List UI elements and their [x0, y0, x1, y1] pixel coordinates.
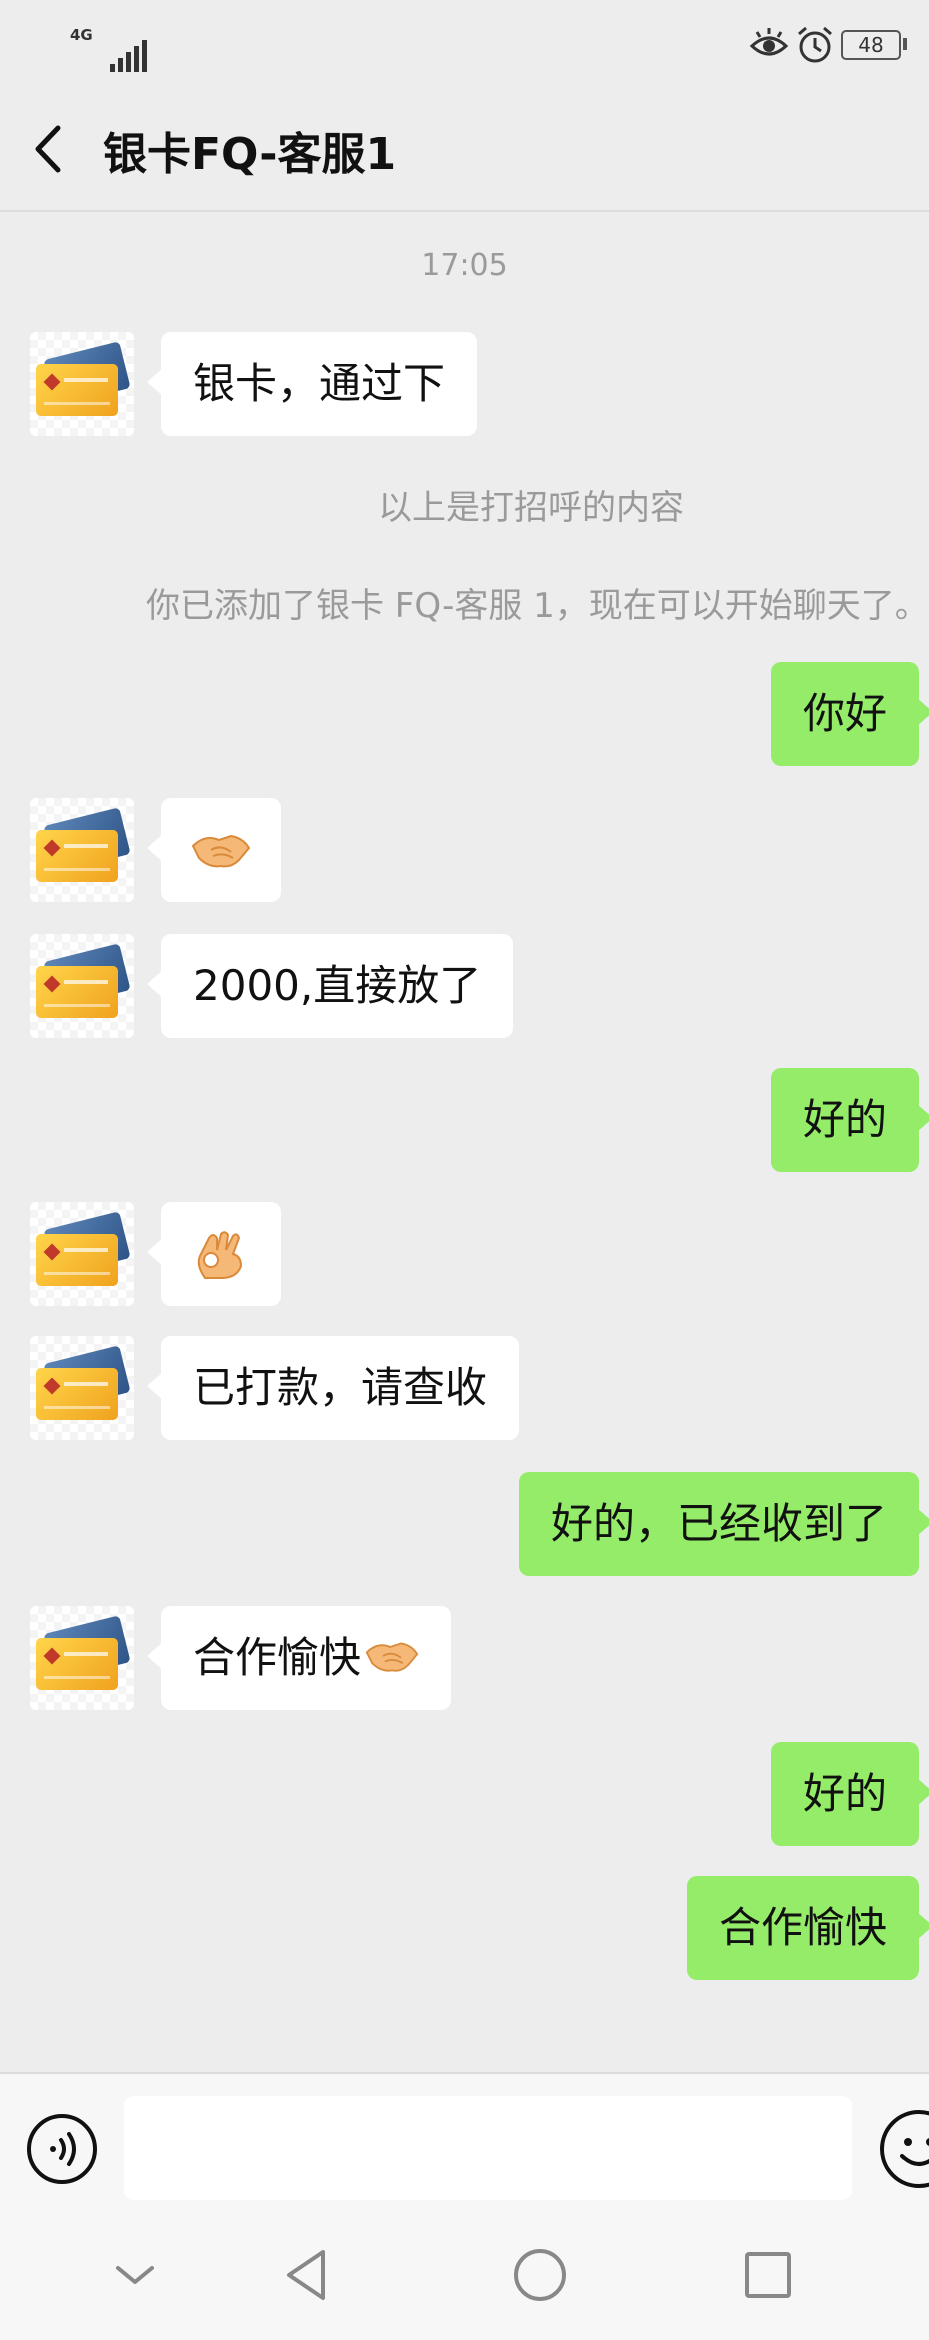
battery-level: 48 — [858, 33, 884, 57]
message-row-incoming — [0, 798, 929, 908]
chevron-left-icon[interactable] — [24, 114, 80, 184]
message-bubble[interactable]: 银卡，通过下 — [146, 332, 478, 436]
message-row-incoming: 2000,直接放了 — [0, 934, 929, 1044]
input-bar — [0, 2072, 929, 2210]
chat-screen: 4G 48 银卡FQ-客服1 17:05 银卡，通过下 以上是打招呼的内容 你已… — [0, 0, 929, 2340]
message-row-incoming: 合作愉快 — [0, 1606, 929, 1716]
message-bubble[interactable]: 合作愉快 — [146, 1606, 452, 1710]
message-row-incoming: 银卡，通过下 — [0, 332, 929, 442]
battery-icon: 48 — [841, 30, 901, 60]
message-row-outgoing: 你好 — [0, 662, 929, 772]
battery-tip — [903, 38, 907, 50]
contact-avatar[interactable] — [30, 1336, 134, 1440]
message-row-incoming — [0, 1202, 929, 1312]
message-bubble[interactable]: 2000,直接放了 — [146, 934, 514, 1038]
message-bubble[interactable]: 你好 — [770, 662, 929, 766]
signal-icon — [90, 36, 150, 72]
message-row-outgoing: 好的，已经收到了 — [0, 1472, 929, 1582]
status-icons: 48 — [749, 22, 929, 68]
status-bar: 4G 48 — [0, 0, 929, 86]
handshake-emoji — [191, 834, 251, 868]
recents-square-icon[interactable] — [733, 2240, 803, 2310]
emoji-message-bubble[interactable] — [147, 1202, 281, 1306]
message-bubble[interactable]: 合作愉快 — [686, 1876, 929, 1980]
system-nav-bar — [0, 2210, 929, 2340]
voice-icon[interactable] — [27, 2114, 97, 2184]
system-message-greeting: 以上是打招呼的内容 — [378, 488, 684, 528]
contact-avatar[interactable] — [30, 1202, 134, 1306]
title-bar: 银卡FQ-客服1 — [0, 86, 929, 212]
message-bubble[interactable]: 好的 — [770, 1742, 929, 1846]
home-circle-icon[interactable] — [505, 2240, 575, 2310]
message-list[interactable]: 17:05 银卡，通过下 以上是打招呼的内容 你已添加了银卡 FQ-客服 1，现… — [0, 214, 929, 2072]
eye-icon — [749, 28, 789, 56]
emoji-icon[interactable] — [880, 2110, 929, 2188]
message-bubble[interactable]: 已打款，请查收 — [146, 1336, 520, 1440]
message-bubble[interactable]: 好的，已经收到了 — [518, 1472, 929, 1576]
back-triangle-icon[interactable] — [273, 2240, 343, 2310]
message-timestamp: 17:05 — [421, 248, 508, 283]
alarm-icon — [798, 26, 832, 63]
message-text: 合作愉快 — [193, 1633, 362, 1682]
contact-avatar[interactable] — [30, 934, 134, 1038]
message-row-outgoing: 好的 — [0, 1742, 929, 1852]
contact-avatar[interactable] — [30, 1606, 134, 1710]
message-row-outgoing: 合作愉快 — [0, 1876, 929, 1986]
contact-avatar[interactable] — [30, 332, 134, 436]
message-row-incoming: 已打款，请查收 — [0, 1336, 929, 1446]
message-row-outgoing: 好的 — [0, 1068, 929, 1178]
contact-avatar[interactable] — [30, 798, 134, 902]
emoji-message-bubble[interactable] — [147, 798, 281, 902]
system-message-added: 你已添加了银卡 FQ-客服 1，现在可以开始聊天了。 — [146, 586, 929, 626]
hide-keyboard-icon[interactable] — [100, 2240, 170, 2310]
message-bubble[interactable]: 好的 — [770, 1068, 929, 1172]
message-input[interactable] — [124, 2096, 852, 2200]
ok-hand-emoji — [197, 1231, 243, 1279]
chat-title: 银卡FQ-客服1 — [103, 129, 397, 180]
handshake-emoji — [365, 1642, 419, 1672]
